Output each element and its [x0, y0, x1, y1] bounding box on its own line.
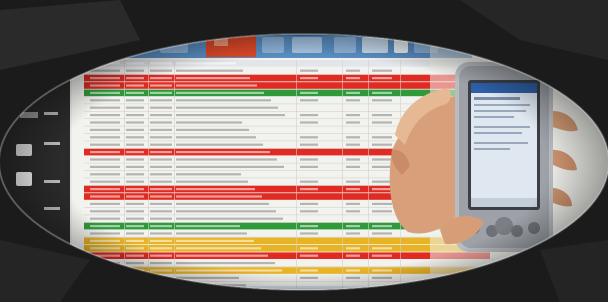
promo-composite: [0, 0, 608, 302]
